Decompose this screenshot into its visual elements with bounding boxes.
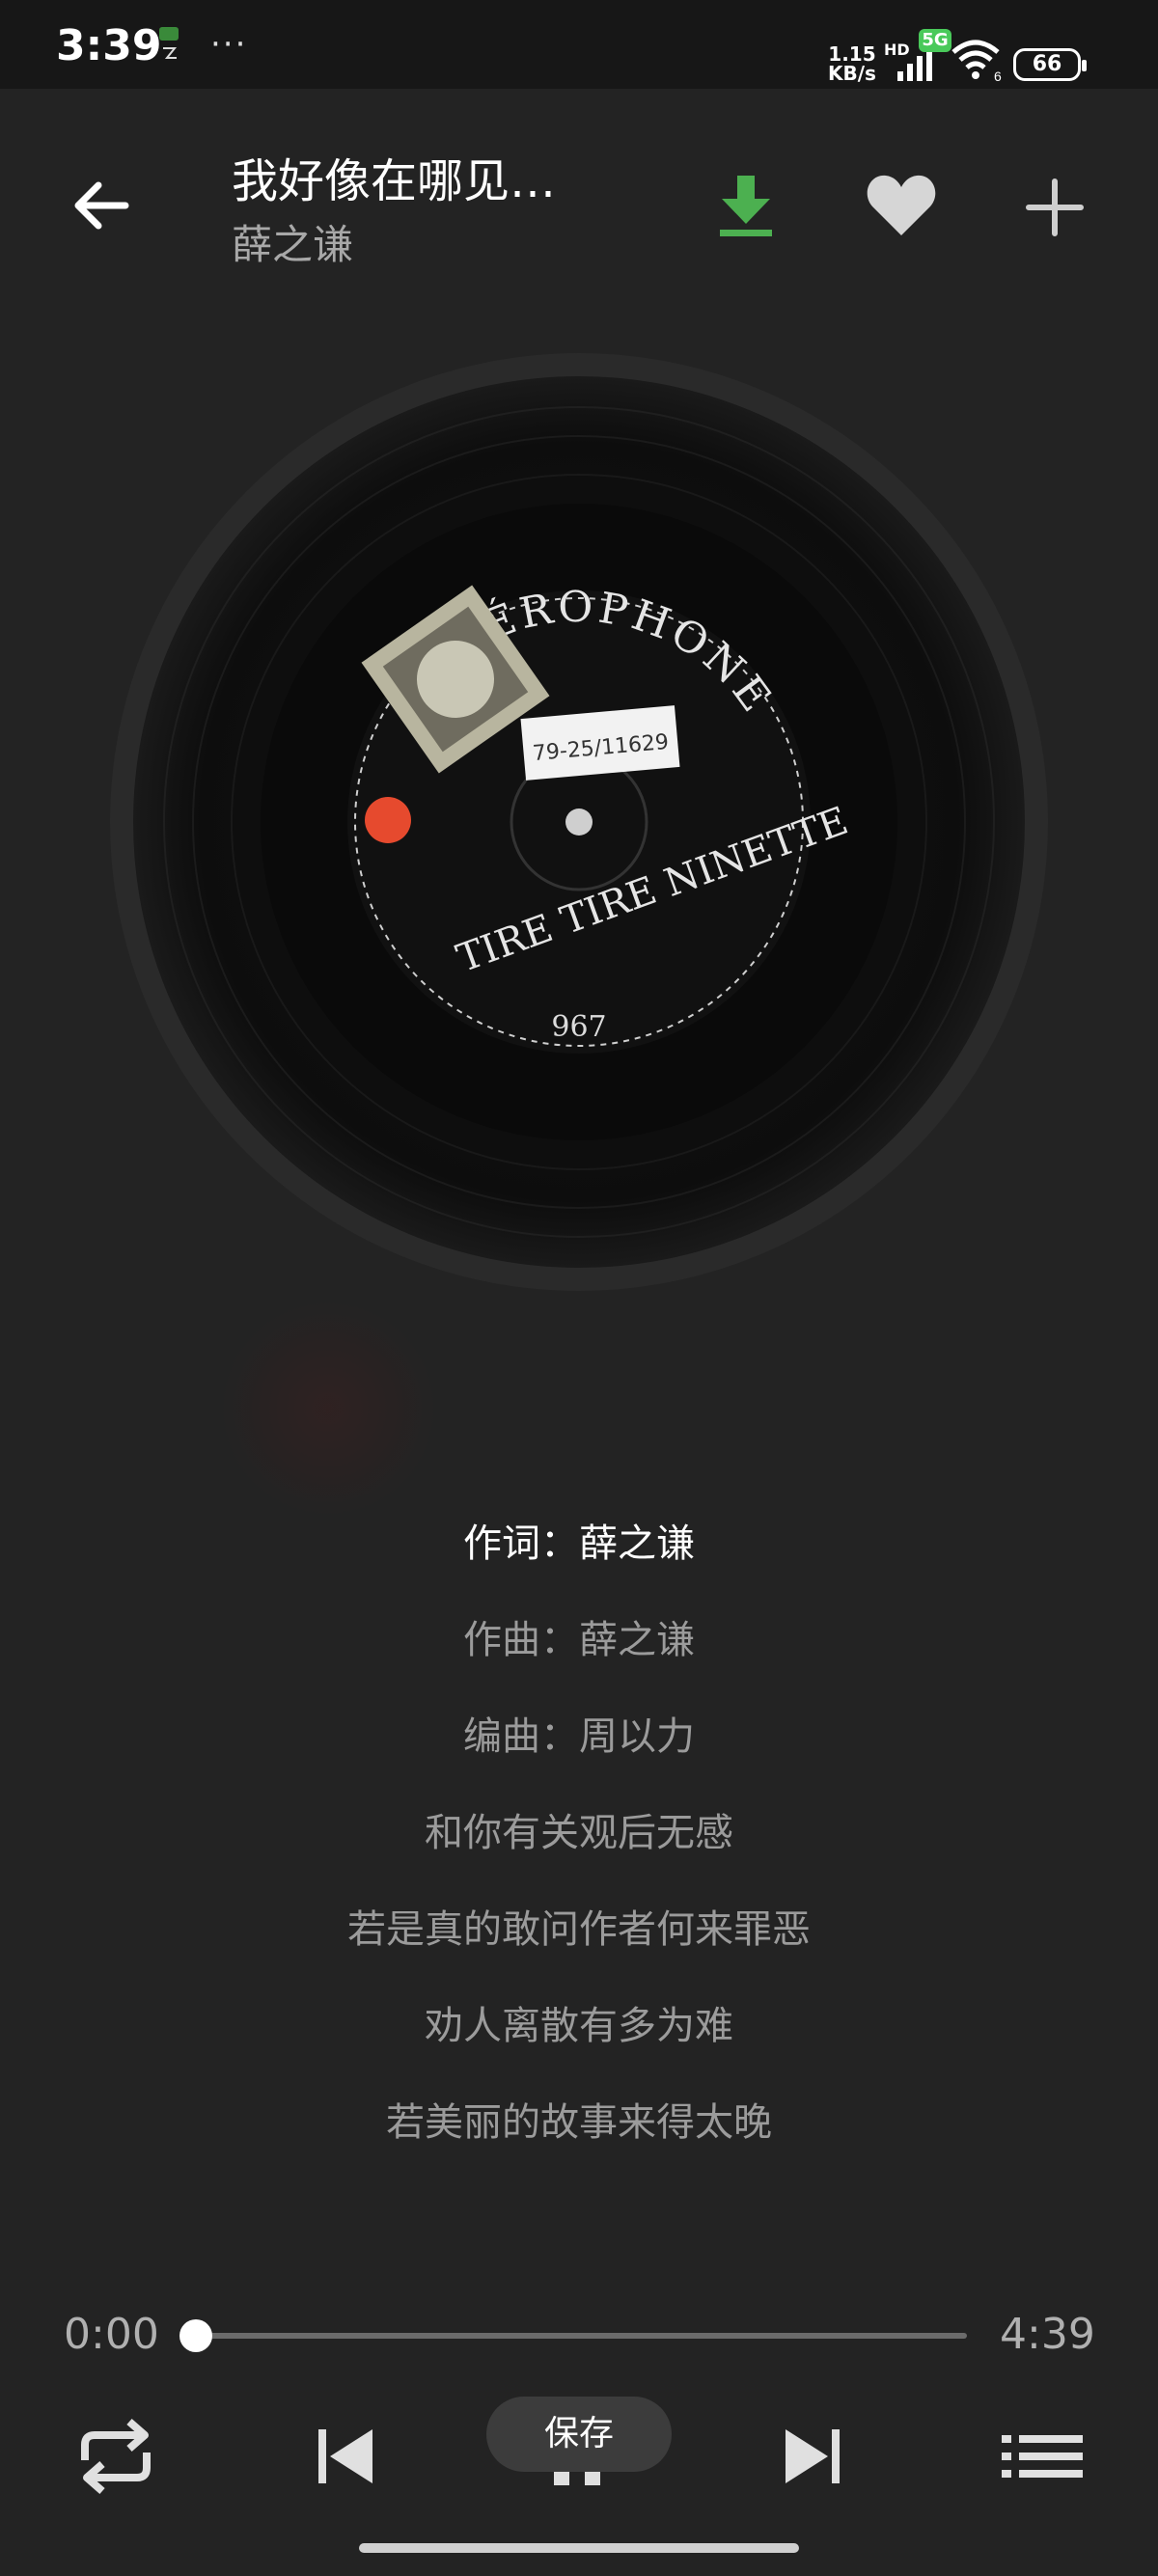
album-record[interactable]: AÉROPHONE TIRE TIRE NINETTE 967 79-25/11… bbox=[108, 351, 1050, 1293]
next-track-icon[interactable] bbox=[768, 2412, 857, 2501]
svg-text:6: 6 bbox=[994, 69, 1002, 83]
network-type-badge: 5G bbox=[919, 29, 951, 52]
status-bar: 3:39 ··· 1.15 KB/s HD 5G 6 66 bbox=[0, 0, 1158, 89]
total-time: 4:39 bbox=[1000, 2310, 1095, 2359]
lyric-line[interactable]: 作词：薛之谦 bbox=[0, 1515, 1158, 1611]
record-label-number: 967 bbox=[551, 1010, 606, 1044]
lyric-line[interactable]: 作曲：薛之谦 bbox=[0, 1611, 1158, 1708]
network-speed: 1.15 KB/s bbox=[828, 42, 876, 85]
song-title: 我好像在哪见… bbox=[232, 154, 557, 208]
progress-track[interactable] bbox=[195, 2333, 967, 2339]
notification-icon bbox=[159, 27, 179, 59]
lyric-line[interactable]: 劝人离散有多为难 bbox=[0, 1997, 1158, 2094]
lyrics-panel[interactable]: 作词：薛之谦 作曲：薛之谦 编曲：周以力 和你有关观后无感 若是真的敢问作者何来… bbox=[0, 1515, 1158, 2190]
repeat-icon[interactable] bbox=[71, 2412, 160, 2501]
lyric-line[interactable]: 若是真的敢问作者何来罪恶 bbox=[0, 1901, 1158, 1997]
lyric-line[interactable]: 编曲：周以力 bbox=[0, 1708, 1158, 1804]
download-icon[interactable] bbox=[714, 172, 778, 239]
home-indicator[interactable] bbox=[359, 2543, 799, 2553]
favorite-heart-icon[interactable] bbox=[865, 172, 938, 239]
wifi-icon: 6 bbox=[951, 40, 1002, 83]
current-time: 0:00 bbox=[64, 2310, 159, 2359]
playlist-icon[interactable] bbox=[998, 2412, 1087, 2501]
progress-thumb[interactable] bbox=[179, 2319, 212, 2352]
battery-indicator: 66 bbox=[1013, 48, 1087, 81]
lyric-line[interactable]: 和你有关观后无感 bbox=[0, 1804, 1158, 1901]
status-more-icon: ··· bbox=[210, 25, 248, 64]
status-time: 3:39 bbox=[56, 21, 162, 70]
add-to-playlist-icon[interactable] bbox=[1023, 176, 1087, 239]
previous-track-icon[interactable] bbox=[301, 2412, 390, 2501]
save-button[interactable]: 保存 bbox=[486, 2397, 672, 2472]
artist-name[interactable]: 薛之谦 bbox=[232, 212, 353, 271]
lyric-line[interactable]: 若美丽的故事来得太晚 bbox=[0, 2094, 1158, 2190]
back-arrow-icon[interactable] bbox=[68, 172, 135, 239]
